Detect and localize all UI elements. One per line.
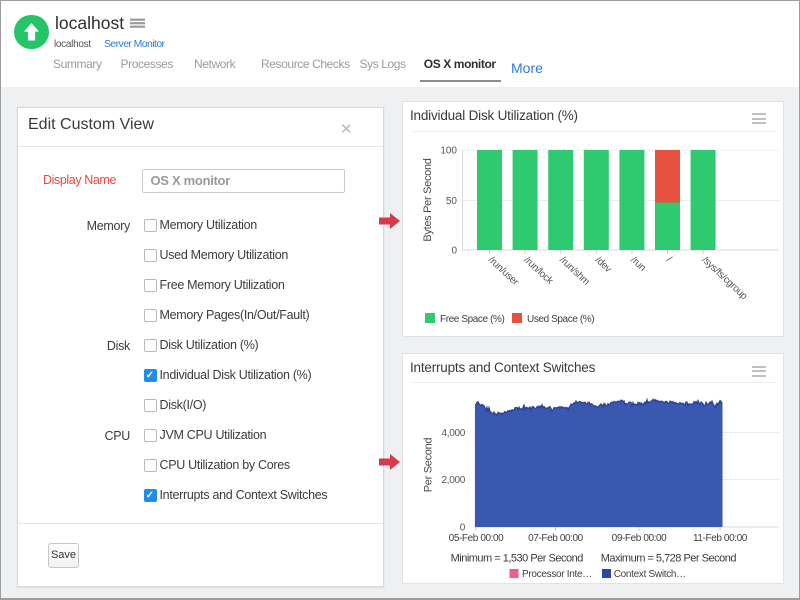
svg-text:05-Feb 00:00: 05-Feb 00:00 (449, 533, 505, 544)
svg-text:11-Feb 00:00: 11-Feb 00:00 (693, 533, 748, 544)
svg-text:Per Second: Per Second (423, 438, 435, 493)
svg-text:0: 0 (460, 523, 466, 534)
svg-text:Bytes Per Second: Bytes Per Second (422, 158, 434, 241)
svg-text:Processor Inte…: Processor Inte… (522, 569, 592, 580)
svg-text:/run: /run (628, 255, 647, 274)
svg-text:/run/shm: /run/shm (557, 255, 591, 288)
svg-text:/: / (664, 255, 674, 265)
svg-text:Maximum = 5,728 Per Second: Maximum = 5,728 Per Second (601, 553, 737, 565)
svg-text:/run/user: /run/user (486, 255, 521, 289)
svg-text:/run/lock: /run/lock (522, 255, 556, 288)
svg-text:09-Feb 00:00: 09-Feb 00:00 (612, 533, 668, 544)
svg-text:Used Space (%): Used Space (%) (527, 314, 594, 325)
svg-text:/dev: /dev (593, 255, 614, 275)
svg-text:Free Space (%): Free Space (%) (440, 314, 504, 325)
svg-text:2,000: 2,000 (441, 475, 465, 486)
svg-text:Context Switch…: Context Switch… (614, 569, 686, 580)
svg-text:Minimum = 1,530 Per Second: Minimum = 1,530 Per Second (451, 553, 584, 565)
svg-text:0: 0 (451, 246, 457, 257)
svg-text:4,000: 4,000 (441, 428, 465, 439)
svg-text:07-Feb 00:00: 07-Feb 00:00 (528, 533, 584, 544)
svg-text:/sys/fs/cgroup: /sys/fs/cgroup (700, 255, 750, 303)
svg-text:50: 50 (446, 196, 458, 207)
svg-text:100: 100 (440, 146, 457, 157)
